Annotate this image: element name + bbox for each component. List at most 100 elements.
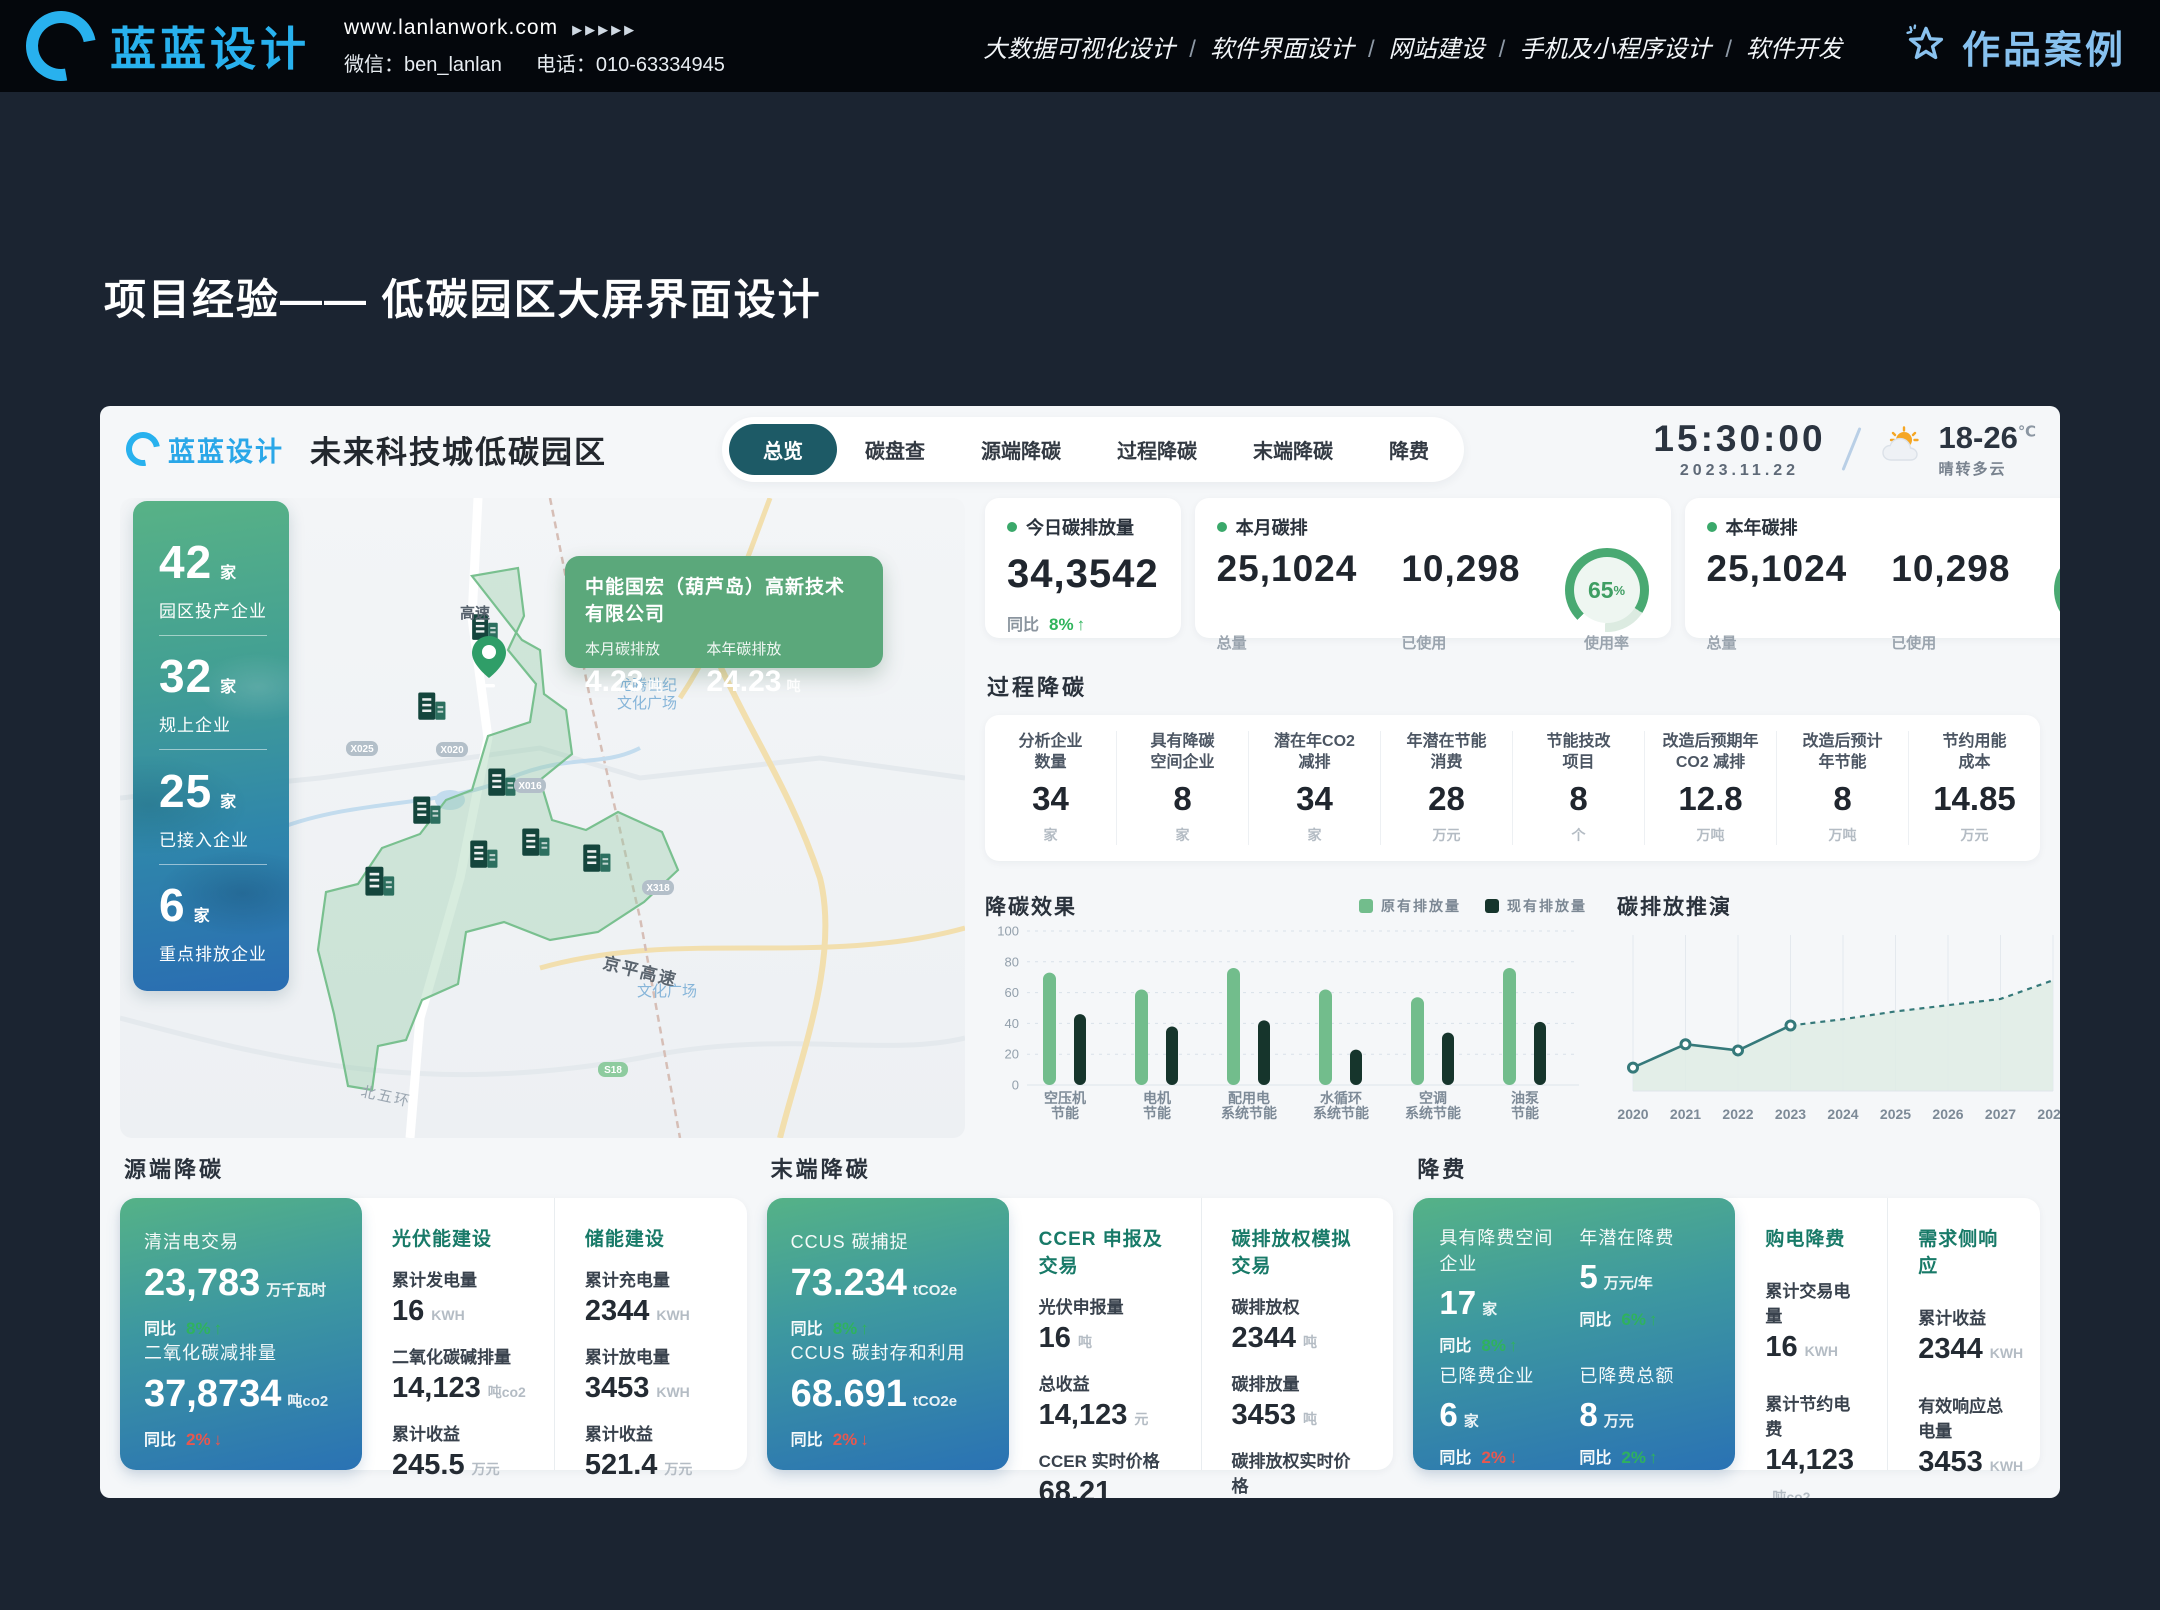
svg-text:X025: X025 — [350, 744, 374, 755]
svg-text:20: 20 — [1005, 1047, 1019, 1062]
svg-text:100: 100 — [997, 924, 1019, 939]
stat-connected-enterprises: 25家 已接入企业 — [159, 764, 289, 851]
bar-chart-canvas: 020406080100空压机节能电机节能配用电系统节能水循环系统节能空调系统节… — [985, 921, 1587, 1136]
process-stat: 节能技改项目8个 — [1512, 731, 1644, 845]
tab-terminal-reduction[interactable]: 末端降碳 — [1225, 424, 1361, 475]
usage-rate-gauge: 65% — [1565, 548, 1649, 632]
clock-weather: 15:30:00 2023.11.22 18-26℃ 晴转多云 — [1653, 418, 2036, 480]
terminal-section-title: 末端降碳 — [771, 1152, 1394, 1184]
tab-fee-reduction[interactable]: 降费 — [1361, 424, 1457, 475]
menu-separator: / — [1725, 36, 1732, 63]
svg-text:X020: X020 — [440, 745, 464, 756]
process-stat: 节约用能成本14.85万元 — [1908, 731, 2040, 845]
green-dot-icon — [1707, 522, 1717, 532]
bar-chart-legend: 原有排放量 现有排放量 — [1359, 896, 1587, 916]
menu-item-bigdata[interactable]: 大数据可视化设计 — [983, 36, 1175, 63]
svg-text:空调系统节能: 空调系统节能 — [1405, 1090, 1461, 1121]
arrows-decoration: ▶▶▶▶▶ — [572, 22, 637, 37]
emission-reduction-bar-chart: 降碳效果 原有排放量 现有排放量 020406080100空压机节能电机节能配用… — [985, 891, 1587, 1136]
menu-item-mobile[interactable]: 手机及小程序设计 — [1519, 36, 1711, 63]
process-stat: 改造后预期年CO2 减排12.8万吨 — [1644, 731, 1776, 845]
svg-text:高速: 高速 — [460, 604, 490, 622]
svg-text:2020: 2020 — [1617, 1106, 1648, 1122]
svg-text:60: 60 — [1005, 985, 1019, 1000]
menu-item-dev[interactable]: 软件开发 — [1746, 36, 1842, 63]
process-stat: 具有降碳空间企业8家 — [1116, 731, 1248, 845]
company-name: 中能国宏（葫芦岛）高新技术有限公司 — [585, 572, 863, 626]
tab-carbon-audit[interactable]: 碳盘查 — [837, 424, 953, 475]
svg-text:2024: 2024 — [1827, 1106, 1858, 1122]
today-emission-card: 今日碳排放量 34,3542 同比8%↑ — [985, 498, 1181, 638]
svg-text:2025: 2025 — [1880, 1106, 1911, 1122]
svg-text:0: 0 — [1012, 1078, 1019, 1093]
weather-range: 18-26 — [1939, 420, 2018, 455]
year-emission: 本年碳排放 24.23吨 — [706, 638, 800, 699]
svg-text:2027: 2027 — [1985, 1106, 2016, 1122]
portfolio-label: 作品案例 — [1962, 19, 2126, 74]
portfolio-button[interactable]: 作品案例 — [1902, 19, 2126, 74]
source-section-title: 源端降碳 — [124, 1152, 747, 1184]
process-stats-card: 分析企业数量34家 具有降碳空间企业8家 潜在年CO2减排34家 年潜在节能消费… — [985, 715, 2040, 861]
terminal-gradient-card: CCUS 碳捕捉 73.234tCO2e 同比8%↑ CCUS 碳封存和利用 6… — [767, 1198, 1009, 1470]
clock-time: 15:30:00 — [1653, 418, 1825, 460]
svg-text:配用电系统节能: 配用电系统节能 — [1221, 1090, 1277, 1121]
svg-text:X016: X016 — [518, 781, 542, 792]
carbon-trade-column: 碳排放权模拟交易 碳排放权2344吨 碳排放量3453吨 碳排放权实时价格68元… — [1201, 1198, 1394, 1470]
line-chart-canvas: 202020212022202320242025202620272028 — [1617, 921, 2060, 1136]
today-emission-value: 34,3542 — [1007, 552, 1159, 597]
month-emission-card: 本月碳排 25,1024总量 10,298已使用 65% 使用率 — [1195, 498, 1671, 638]
svg-text:2021: 2021 — [1670, 1106, 1701, 1122]
usage-rate-gauge: 65% — [2054, 548, 2060, 632]
divider — [159, 635, 267, 636]
process-stat: 潜在年CO2减排34家 — [1248, 731, 1380, 845]
menu-item-software-ui[interactable]: 软件界面设计 — [1210, 36, 1354, 63]
dashboard-panel: 蓝蓝设计 未来科技城低碳园区 总览 碳盘查 源端降碳 过程降碳 末端降碳 降费 … — [100, 406, 2060, 1498]
source-gradient-card: 清洁电交易 23,783万千瓦时 同比8%↑ 二氧化碳减排量 37,8734吨c… — [120, 1198, 362, 1470]
stat-key-emitters: 6家 重点排放企业 — [159, 878, 289, 965]
svg-text:电机节能: 电机节能 — [1143, 1090, 1171, 1121]
dashboard-brand: 蓝蓝设计 — [126, 430, 284, 469]
lanlan-logo-icon — [12, 0, 109, 95]
tab-overview[interactable]: 总览 — [729, 424, 837, 475]
svg-text:S18: S18 — [604, 1065, 622, 1076]
dashboard-tabs: 总览 碳盘查 源端降碳 过程降碳 末端降碳 降费 — [722, 417, 1464, 482]
dashboard-header: 蓝蓝设计 未来科技城低碳园区 总览 碳盘查 源端降碳 过程降碳 末端降碳 降费 … — [126, 420, 2036, 478]
park-stats-sidebar: 42家 园区投产企业 32家 规上企业 25家 已接入企业 6家 重点排放企业 — [133, 501, 289, 991]
ccer-column: CCER 申报及交易 光伏申报量16吨 总收益14,123元 CCER 实时价格… — [1009, 1198, 1201, 1470]
divider — [159, 864, 267, 865]
site-header: 蓝蓝设计 www.lanlanwork.com ▶▶▶▶▶ 微信：ben_lanl… — [0, 0, 2160, 92]
page-title: 项目经验—— 低碳园区大屏界面设计 — [104, 266, 822, 327]
svg-text:2022: 2022 — [1722, 1106, 1753, 1122]
process-stat: 分析企业数量34家 — [985, 731, 1116, 845]
tab-source-reduction[interactable]: 源端降碳 — [953, 424, 1089, 475]
green-dot-icon — [1217, 522, 1227, 532]
menu-separator: / — [1368, 36, 1375, 63]
process-stat: 年潜在节能消费28万元 — [1380, 731, 1512, 845]
summary-cards: 今日碳排放量 34,3542 同比8%↑ 本月碳排 25,1024总量 10,2… — [985, 498, 2040, 638]
company-tooltip: 中能国宏（葫芦岛）高新技术有限公司 本月碳排放 4.23吨 本年碳排放 24.2… — [565, 556, 883, 668]
top-menu: 大数据可视化设计/软件界面设计/网站建设/手机及小程序设计/软件开发 — [983, 29, 1842, 64]
year-emission-card: 本年碳排 25,1024总量 10,298已使用 65% 使用率 — [1685, 498, 2060, 638]
emission-projection-line-chart: 碳排放推演 2020202120222023202420252026202720… — [1617, 891, 2060, 1136]
lanlan-logo-icon — [119, 425, 166, 472]
menu-separator: / — [1189, 36, 1196, 63]
charts-row: 降碳效果 原有排放量 现有排放量 020406080100空压机节能电机节能配用… — [985, 891, 2040, 1136]
site-logo-text: 蓝蓝设计 — [110, 13, 310, 79]
fee-gradient-card: 具有降费空间企业 17家 同比8%↑ 年潜在降费 5万元/年 同比6%↑ 已降费… — [1413, 1198, 1735, 1470]
source-reduction-section: 源端降碳 清洁电交易 23,783万千瓦时 同比8%↑ 二氧化碳减排量 37,8… — [120, 1152, 747, 1470]
svg-text:X318: X318 — [646, 883, 670, 894]
website-link[interactable]: www.lanlanwork.com — [344, 16, 558, 39]
menu-item-website[interactable]: 网站建设 — [1389, 36, 1485, 63]
green-dot-icon — [1007, 522, 1017, 532]
divider-slash — [1841, 427, 1861, 471]
svg-text:油泵节能: 油泵节能 — [1511, 1090, 1539, 1121]
tab-process-reduction[interactable]: 过程降碳 — [1089, 424, 1225, 475]
divider — [159, 749, 267, 750]
svg-text:2023: 2023 — [1775, 1106, 1806, 1122]
wechat-label: 微信：ben_lanlan — [344, 54, 502, 76]
weather: 18-26℃ 晴转多云 — [1939, 420, 2036, 479]
site-brand[interactable]: 蓝蓝设计 — [26, 11, 310, 81]
dashboard-title: 未来科技城低碳园区 — [310, 427, 607, 472]
terminal-reduction-section: 末端降碳 CCUS 碳捕捉 73.234tCO2e 同比8%↑ CCUS 碳封存… — [767, 1152, 1394, 1470]
park-map[interactable]: X025 X020 X016 X318 S18 高速 龙腾世纪 文化广场 京平高… — [120, 498, 965, 1138]
